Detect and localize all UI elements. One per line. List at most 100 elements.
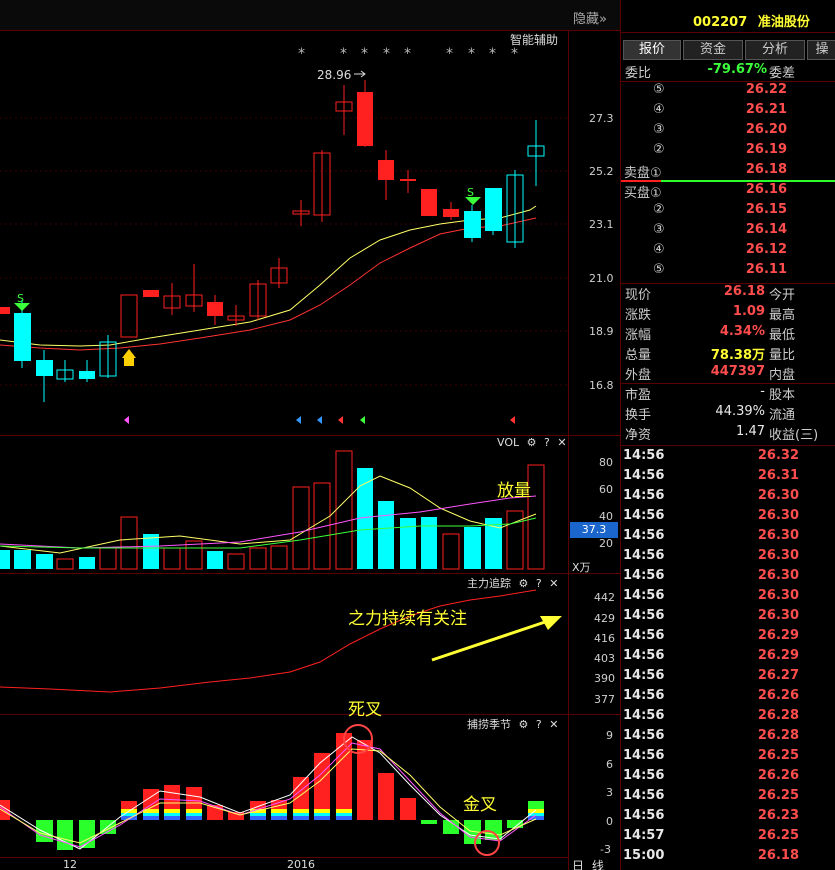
tick-row: 14:56 26.26 <box>621 688 835 708</box>
svg-text:*: * <box>404 46 411 62</box>
tick-row: 14:56 26.23 <box>621 808 835 828</box>
season-tick: 6 <box>606 758 613 771</box>
tick-price: 26.18 <box>757 848 799 863</box>
tick-price: 26.27 <box>757 668 799 683</box>
vol-tick: 60 <box>599 483 613 496</box>
tick-time: 14:56 <box>623 708 665 723</box>
quote-value: 447397 <box>710 364 765 379</box>
fund-label: 市盈 <box>625 388 652 403</box>
volume-chart[interactable]: 放量 <box>0 436 568 571</box>
candle <box>79 371 95 379</box>
quote-label: 涨幅 <box>625 328 652 343</box>
order-row: ③ 26.20 <box>621 122 835 142</box>
tick-time: 14:56 <box>623 648 665 663</box>
price-tick: 27.3 <box>589 112 614 125</box>
tab-analysis[interactable]: 分析 <box>745 40 805 60</box>
candle <box>357 92 373 146</box>
x-axis-line <box>0 857 568 858</box>
order-price: 26.20 <box>745 122 787 137</box>
quote-value: 26.18 <box>723 284 765 299</box>
quote-panel: 002207 准油股份 报价 资金 分析 操 委比 -79.67% 委差 ⑤ 26… <box>620 0 835 870</box>
order-rank: ⑤ <box>653 262 665 277</box>
tick-price: 26.30 <box>757 508 799 523</box>
candle <box>485 188 502 231</box>
order-row: ④ 26.12 <box>621 242 835 262</box>
candle <box>400 179 416 181</box>
kline-chart-area[interactable]: 隐藏» 智能辅助 * * * * * * * * * 28.96 S S 27.… <box>0 0 620 870</box>
tick-row: 14:56 26.25 <box>621 748 835 768</box>
tick-price: 26.23 <box>757 808 799 823</box>
tab-operate[interactable]: 操 <box>807 40 835 60</box>
tick-row: 14:56 26.30 <box>621 548 835 568</box>
tick-price: 26.29 <box>757 628 799 643</box>
tick-row: 14:57 26.25 <box>621 828 835 848</box>
tick-row: 14:56 26.30 <box>621 488 835 508</box>
season-chart[interactable]: 金叉 <box>0 715 568 857</box>
volume-annotation: 放量 <box>497 481 531 501</box>
trend-tick: 429 <box>594 612 615 625</box>
vol-tick: 80 <box>599 456 613 469</box>
season-tick: 3 <box>606 786 613 799</box>
price-tick: 23.1 <box>589 218 614 231</box>
order-price: 26.16 <box>745 182 787 197</box>
divider <box>621 32 835 33</box>
quote-row: 涨幅 4.34% 最低 <box>621 324 835 344</box>
axis-divider <box>568 30 569 870</box>
period-line[interactable]: 线 <box>592 859 604 870</box>
tick-list[interactable]: 14:56 26.32 14:56 26.31 14:56 26.30 14:56 26.30… <box>621 448 835 870</box>
order-rank: ② <box>653 202 665 217</box>
period-day[interactable]: 日 <box>572 859 584 870</box>
tick-price: 26.25 <box>757 788 799 803</box>
quote-label: 涨跌 <box>625 308 652 323</box>
tick-time: 14:56 <box>623 528 665 543</box>
svg-text:*: * <box>383 46 390 62</box>
quote-label: 总量 <box>625 348 652 363</box>
tick-price: 26.30 <box>757 588 799 603</box>
tab-funds[interactable]: 资金 <box>683 40 743 60</box>
tick-row: 14:56 26.30 <box>621 588 835 608</box>
tick-row: 14:56 26.25 <box>621 788 835 808</box>
order-price: 26.18 <box>745 162 787 177</box>
tick-time: 14:56 <box>623 488 665 503</box>
x-label: 12 <box>63 858 77 870</box>
tick-price: 26.30 <box>757 528 799 543</box>
tick-row: 15:00 26.18 <box>621 848 835 868</box>
candlestick-chart[interactable]: * * * * * * * * * 28.96 S S <box>0 30 568 435</box>
tick-row: 14:56 26.29 <box>621 628 835 648</box>
quote-label: 外盘 <box>625 368 652 383</box>
order-rank: ② <box>653 142 665 157</box>
price-tick: 25.2 <box>589 165 614 178</box>
quote-label2: 今开 <box>769 288 796 303</box>
tick-row: 14:56 26.32 <box>621 448 835 468</box>
weicha-label: 委差 <box>769 66 796 81</box>
order-rank: ③ <box>653 222 665 237</box>
season-bars <box>0 733 544 850</box>
order-rank: ⑤ <box>653 82 665 97</box>
tick-row: 14:56 26.26 <box>621 768 835 788</box>
tick-time: 14:56 <box>623 788 665 803</box>
candle <box>36 360 53 376</box>
tick-price: 26.32 <box>757 448 799 463</box>
quote-label: 现价 <box>625 288 652 303</box>
tick-time: 14:56 <box>623 768 665 783</box>
tick-price: 26.25 <box>757 748 799 763</box>
tab-quote[interactable]: 报价 <box>623 40 681 60</box>
trend-tick: 377 <box>594 693 615 706</box>
candle <box>0 307 10 314</box>
tick-price: 26.29 <box>757 648 799 663</box>
buy-signal-icon <box>122 349 136 366</box>
order-rank: 卖盘① <box>624 166 662 181</box>
vol-current-badge: 37.3 <box>570 522 618 538</box>
sell-signal-icon: S <box>14 292 30 311</box>
period-switch[interactable]: 日 线 <box>572 857 604 870</box>
quote-label2: 内盘 <box>769 368 796 383</box>
fund-row: 市盈 - 股本 <box>621 384 835 404</box>
tick-price: 26.28 <box>757 728 799 743</box>
event-markers <box>124 416 515 424</box>
trend-chart[interactable]: 之力持续有关注 <box>0 574 568 714</box>
hide-button[interactable]: 隐藏» <box>573 8 607 27</box>
order-row: ④ 26.21 <box>621 102 835 122</box>
tick-price: 26.30 <box>757 548 799 563</box>
trend-tick: 416 <box>594 632 615 645</box>
quote-value: 78.38万 <box>710 348 765 363</box>
